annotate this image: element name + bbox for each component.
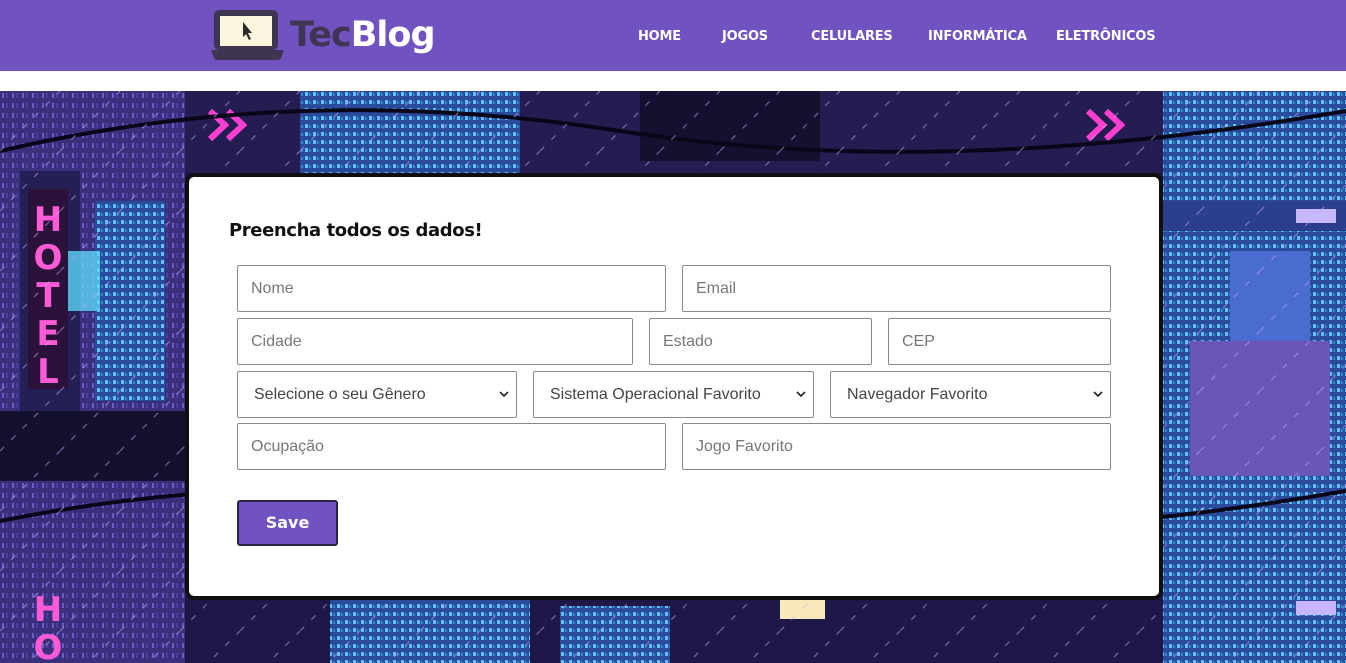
nav-celulares[interactable]: CELULARES bbox=[811, 29, 893, 44]
ocupacao-input[interactable]: Ocupação bbox=[237, 423, 666, 470]
top-header: TecBlog HOME JOGOS CELULARES INFORMÁTICA… bbox=[0, 0, 1346, 71]
sistema-operacional-select[interactable]: Sistema Operacional Favorito bbox=[533, 371, 814, 418]
brand-name: TecBlog bbox=[290, 8, 435, 62]
brand-part-2: Blog bbox=[350, 15, 436, 55]
logo[interactable]: TecBlog bbox=[211, 8, 435, 62]
chevron-down-icon bbox=[1093, 391, 1103, 398]
sistema-select-value: Sistema Operacional Favorito bbox=[550, 386, 761, 403]
genero-select[interactable]: Selecione o seu Gênero bbox=[237, 371, 517, 418]
email-input[interactable]: Email bbox=[682, 265, 1111, 312]
jogo-favorito-input[interactable]: Jogo Favorito bbox=[682, 423, 1111, 470]
genero-select-value: Selecione o seu Gênero bbox=[254, 386, 426, 403]
cep-input[interactable]: CEP bbox=[888, 318, 1111, 365]
nav-jogos[interactable]: JOGOS bbox=[722, 29, 768, 44]
estado-input[interactable]: Estado bbox=[649, 318, 872, 365]
cidade-input[interactable]: Cidade bbox=[237, 318, 633, 365]
form-title: Preencha todos os dados! bbox=[229, 220, 483, 241]
navegador-select[interactable]: Navegador Favorito bbox=[830, 371, 1111, 418]
brand-part-1: Tec bbox=[290, 15, 352, 55]
chevron-down-icon bbox=[499, 391, 509, 398]
save-button[interactable]: Save bbox=[237, 500, 338, 546]
nav-eletronicos[interactable]: ELETRÔNICOS bbox=[1056, 29, 1156, 44]
nav-informatica[interactable]: INFORMÁTICA bbox=[928, 29, 1027, 44]
navegador-select-value: Navegador Favorito bbox=[847, 386, 988, 403]
chevron-down-icon bbox=[796, 391, 806, 398]
nav-home[interactable]: HOME bbox=[638, 29, 681, 44]
nome-input[interactable]: Nome bbox=[237, 265, 666, 312]
laptop-cursor-icon bbox=[211, 8, 284, 62]
registration-form-card: Preencha todos os dados! Nome Email Cida… bbox=[185, 173, 1163, 600]
